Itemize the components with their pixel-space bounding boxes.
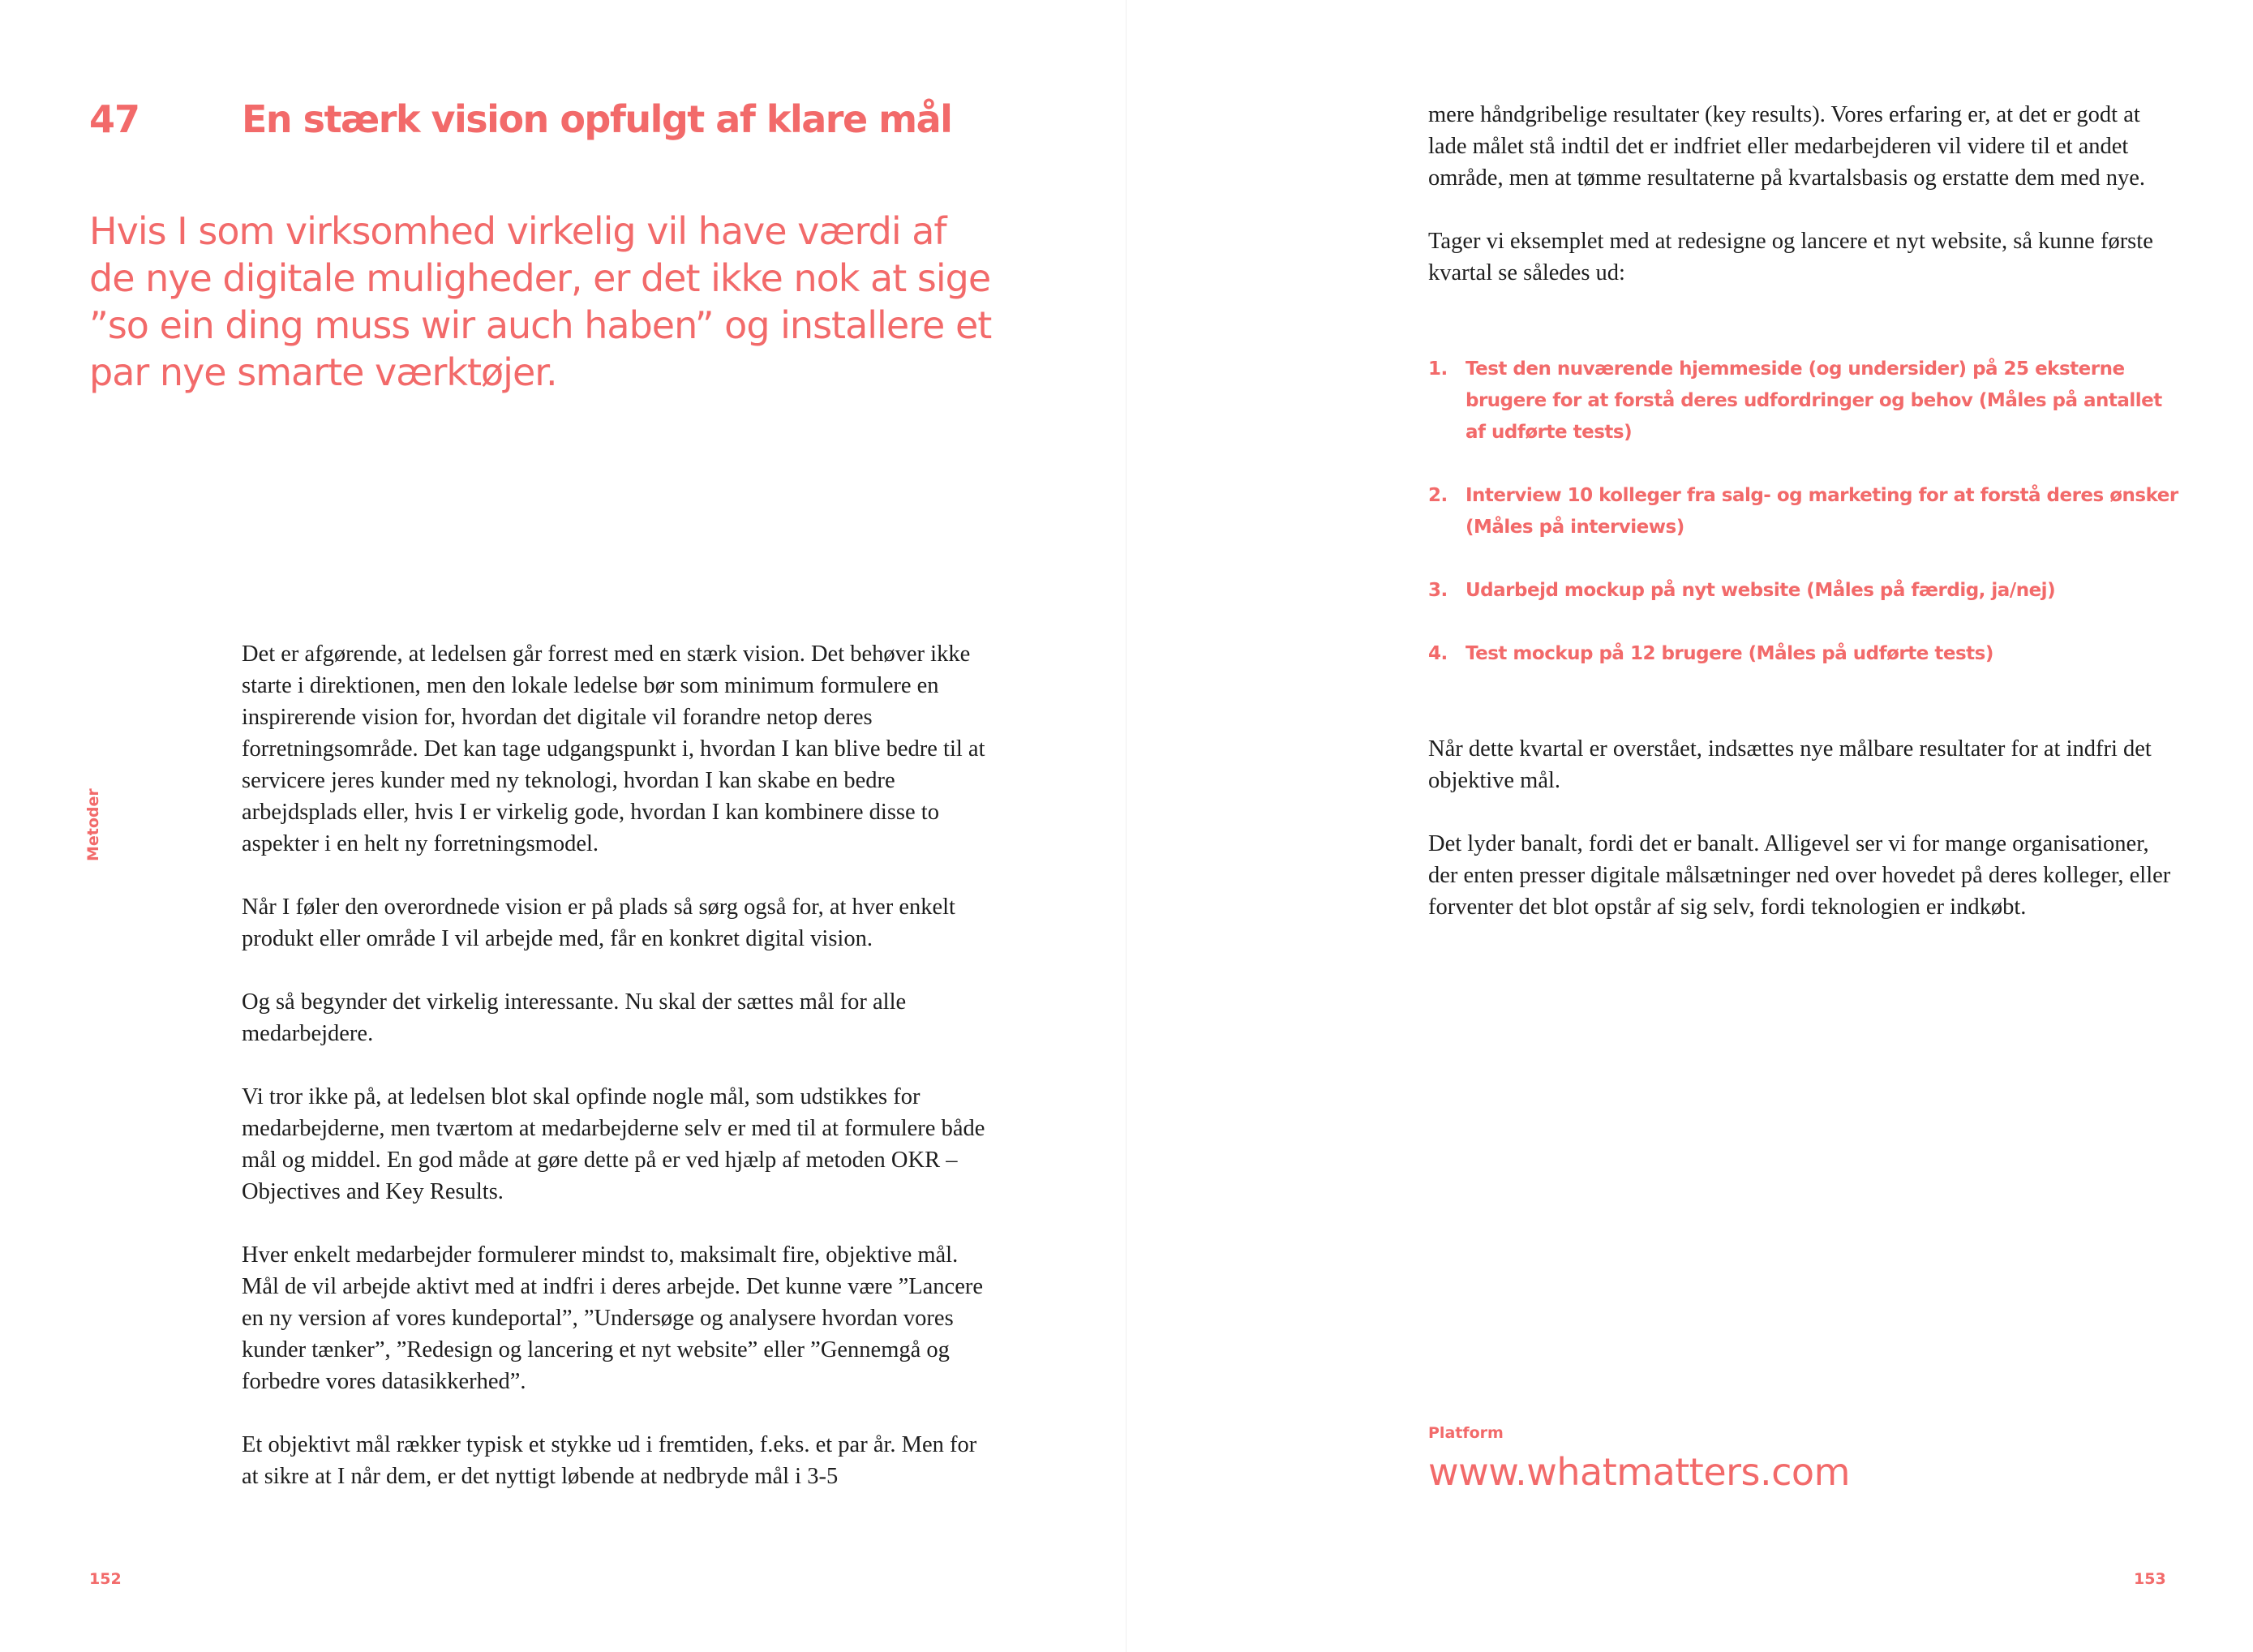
list-item: 2. Interview 10 kolleger fra salg- og ma…: [1428, 480, 2182, 543]
list-item: 4. Test mockup på 12 brugere (Måles på u…: [1428, 638, 2182, 670]
body-paragraph: Det er afgørende, at ledelsen går forres…: [242, 641, 985, 856]
right-body-text-bottom: Når dette kvartal er overstået, indsætte…: [1428, 733, 2182, 955]
list-item: 1. Test den nuværende hjemmeside (og und…: [1428, 354, 2182, 448]
list-item-number: 2.: [1428, 485, 1448, 506]
chapter-title: En stærk vision opfulgt af klare mål: [242, 97, 953, 141]
right-body-text-top: mere håndgribelige resultater (key resul…: [1428, 99, 2182, 320]
body-paragraph: Når I føler den overordnede vision er på…: [242, 895, 955, 951]
body-paragraph: Det lyder banalt, fordi det er banalt. A…: [1428, 831, 2171, 920]
right-page: mere håndgribelige resultater (key resul…: [1126, 0, 2253, 1652]
chapter-number: 47: [89, 97, 140, 141]
body-paragraph: Et objektivt mål rækker typisk et stykke…: [242, 1432, 977, 1489]
body-paragraph: Tager vi eksemplet med at redesigne og l…: [1428, 229, 2153, 285]
body-paragraph: Hver enkelt medarbejder formulerer minds…: [242, 1242, 983, 1394]
key-results-list: 1. Test den nuværende hjemmeside (og und…: [1428, 354, 2182, 702]
section-side-label: Metoder: [84, 788, 102, 861]
platform-url: www.whatmatters.com: [1428, 1450, 1850, 1494]
list-item-number: 4.: [1428, 643, 1448, 664]
body-paragraph: Når dette kvartal er overstået, indsætte…: [1428, 736, 2152, 793]
body-paragraph: mere håndgribelige resultater (key resul…: [1428, 102, 2145, 191]
page-number-left: 152: [89, 1570, 122, 1588]
list-item-text: Test mockup på 12 brugere (Måles på udfø…: [1466, 643, 1993, 664]
list-item-text: Test den nuværende hjemmeside (og unders…: [1466, 358, 2162, 443]
list-item: 3. Udarbejd mockup på nyt website (Måles…: [1428, 575, 2182, 607]
page-number-right: 153: [2134, 1570, 2166, 1588]
lead-paragraph: Hvis I som virksomhed virkelig vil have …: [89, 209, 992, 394]
list-item-text: Interview 10 kolleger fra salg- og marke…: [1466, 485, 2178, 538]
body-paragraph: Og så begynder det virkelig interessante…: [242, 989, 907, 1046]
list-item-number: 1.: [1428, 358, 1448, 380]
left-body-text: Det er afgørende, at ledelsen går forres…: [242, 638, 988, 1524]
list-item-text: Udarbejd mockup på nyt website (Måles på…: [1466, 580, 2056, 601]
left-page: 47 En stærk vision opfulgt af klare mål …: [0, 0, 1126, 1652]
list-item-number: 3.: [1428, 580, 1448, 601]
platform-label: Platform: [1428, 1424, 1504, 1442]
body-paragraph: Vi tror ikke på, at ledelsen blot skal o…: [242, 1084, 985, 1204]
